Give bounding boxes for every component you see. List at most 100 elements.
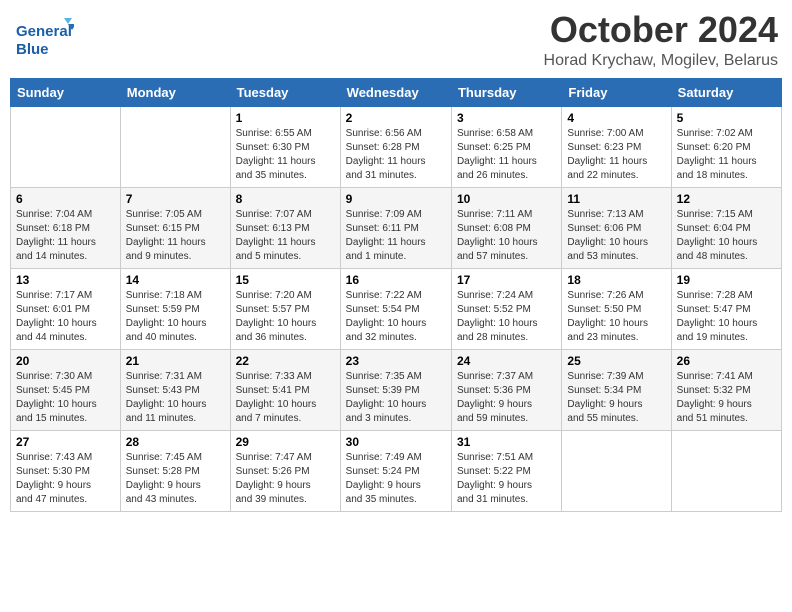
day-info: Sunrise: 6:55 AM Sunset: 6:30 PM Dayligh… (236, 127, 335, 183)
title-block: October 2024 Horad Krychaw, Mogilev, Bel… (544, 10, 778, 70)
day-info: Sunrise: 7:11 AM Sunset: 6:08 PM Dayligh… (457, 208, 556, 264)
day-cell: 25 Sunrise: 7:39 AM Sunset: 5:34 PM Dayli… (562, 349, 671, 430)
day-cell: 1 Sunrise: 6:55 AM Sunset: 6:30 PM Daylig… (230, 106, 340, 187)
col-header-saturday: Saturday (671, 78, 781, 106)
day-info: Sunrise: 7:04 AM Sunset: 6:18 PM Dayligh… (16, 208, 115, 264)
col-header-friday: Friday (562, 78, 671, 106)
day-number: 20 (16, 354, 115, 368)
day-info: Sunrise: 7:35 AM Sunset: 5:39 PM Dayligh… (346, 370, 446, 426)
day-number: 22 (236, 354, 335, 368)
day-number: 17 (457, 273, 556, 287)
day-number: 12 (677, 192, 776, 206)
day-info: Sunrise: 7:18 AM Sunset: 5:59 PM Dayligh… (126, 289, 225, 345)
day-cell: 27Sunrise: 7:43 AM Sunset: 5:30 PM Dayli… (11, 430, 121, 511)
day-info: Sunrise: 7:33 AM Sunset: 5:41 PM Dayligh… (236, 370, 335, 426)
day-info: Sunrise: 6:56 AM Sunset: 6:28 PM Dayligh… (346, 127, 446, 183)
day-info: Sunrise: 7:37 AM Sunset: 5:36 PM Dayligh… (457, 370, 556, 426)
day-info: Sunrise: 7:24 AM Sunset: 5:52 PM Dayligh… (457, 289, 556, 345)
day-cell: 31Sunrise: 7:51 AM Sunset: 5:22 PM Dayli… (451, 430, 561, 511)
day-number: 25 (567, 354, 665, 368)
day-cell: 13Sunrise: 7:17 AM Sunset: 6:01 PM Dayli… (11, 268, 121, 349)
day-info: Sunrise: 7:26 AM Sunset: 5:50 PM Dayligh… (567, 289, 665, 345)
day-cell: 16Sunrise: 7:22 AM Sunset: 5:54 PM Dayli… (340, 268, 451, 349)
day-number: 14 (126, 273, 225, 287)
day-cell: 2Sunrise: 6:56 AM Sunset: 6:28 PM Daylig… (340, 106, 451, 187)
day-cell: 29 Sunrise: 7:47 AM Sunset: 5:26 PM Dayli… (230, 430, 340, 511)
day-cell: 4Sunrise: 7:00 AM Sunset: 6:23 PM Daylig… (562, 106, 671, 187)
day-cell: 20 Sunrise: 7:30 AM Sunset: 5:45 PM Dayli… (11, 349, 121, 430)
day-cell: 6 Sunrise: 7:04 AM Sunset: 6:18 PM Daylig… (11, 187, 121, 268)
day-number: 16 (346, 273, 446, 287)
day-cell: 5 Sunrise: 7:02 AM Sunset: 6:20 PM Daylig… (671, 106, 781, 187)
day-cell (671, 430, 781, 511)
day-number: 8 (236, 192, 335, 206)
day-cell: 19 Sunrise: 7:28 AM Sunset: 5:47 PM Dayli… (671, 268, 781, 349)
day-info: Sunrise: 7:49 AM Sunset: 5:24 PM Dayligh… (346, 451, 446, 507)
day-info: Sunrise: 7:15 AM Sunset: 6:04 PM Dayligh… (677, 208, 776, 264)
day-number: 9 (346, 192, 446, 206)
day-number: 15 (236, 273, 335, 287)
day-number: 11 (567, 192, 665, 206)
day-cell: 18 Sunrise: 7:26 AM Sunset: 5:50 PM Dayli… (562, 268, 671, 349)
svg-text:Blue: Blue (16, 41, 49, 58)
logo: General Blue (14, 14, 74, 62)
month-title: October 2024 (544, 10, 778, 50)
day-info: Sunrise: 7:09 AM Sunset: 6:11 PM Dayligh… (346, 208, 446, 264)
day-info: Sunrise: 7:02 AM Sunset: 6:20 PM Dayligh… (677, 127, 776, 183)
day-cell (562, 430, 671, 511)
col-header-sunday: Sunday (11, 78, 121, 106)
location-subtitle: Horad Krychaw, Mogilev, Belarus (544, 52, 778, 70)
day-cell: 11Sunrise: 7:13 AM Sunset: 6:06 PM Dayli… (562, 187, 671, 268)
day-number: 28 (126, 435, 225, 449)
day-cell: 9 Sunrise: 7:09 AM Sunset: 6:11 PM Daylig… (340, 187, 451, 268)
week-row-4: 20 Sunrise: 7:30 AM Sunset: 5:45 PM Dayli… (11, 349, 782, 430)
day-number: 18 (567, 273, 665, 287)
header-row: SundayMondayTuesdayWednesdayThursdayFrid… (11, 78, 782, 106)
day-info: Sunrise: 7:39 AM Sunset: 5:34 PM Dayligh… (567, 370, 665, 426)
day-number: 21 (126, 354, 225, 368)
day-number: 29 (236, 435, 335, 449)
week-row-1: 1 Sunrise: 6:55 AM Sunset: 6:30 PM Daylig… (11, 106, 782, 187)
day-info: Sunrise: 7:17 AM Sunset: 6:01 PM Dayligh… (16, 289, 115, 345)
day-number: 4 (567, 111, 665, 125)
day-cell (120, 106, 230, 187)
week-row-3: 13Sunrise: 7:17 AM Sunset: 6:01 PM Dayli… (11, 268, 782, 349)
day-cell: 12 Sunrise: 7:15 AM Sunset: 6:04 PM Dayli… (671, 187, 781, 268)
day-cell: 15 Sunrise: 7:20 AM Sunset: 5:57 PM Dayli… (230, 268, 340, 349)
day-info: Sunrise: 7:30 AM Sunset: 5:45 PM Dayligh… (16, 370, 115, 426)
logo-svg: General Blue (14, 14, 74, 62)
week-row-5: 27Sunrise: 7:43 AM Sunset: 5:30 PM Dayli… (11, 430, 782, 511)
col-header-monday: Monday (120, 78, 230, 106)
day-number: 5 (677, 111, 776, 125)
day-number: 27 (16, 435, 115, 449)
day-info: Sunrise: 7:31 AM Sunset: 5:43 PM Dayligh… (126, 370, 225, 426)
svg-text:General: General (16, 23, 72, 40)
day-number: 30 (346, 435, 446, 449)
day-cell: 24Sunrise: 7:37 AM Sunset: 5:36 PM Dayli… (451, 349, 561, 430)
day-number: 6 (16, 192, 115, 206)
day-info: Sunrise: 7:45 AM Sunset: 5:28 PM Dayligh… (126, 451, 225, 507)
day-info: Sunrise: 7:47 AM Sunset: 5:26 PM Dayligh… (236, 451, 335, 507)
day-info: Sunrise: 7:20 AM Sunset: 5:57 PM Dayligh… (236, 289, 335, 345)
day-cell: 23Sunrise: 7:35 AM Sunset: 5:39 PM Dayli… (340, 349, 451, 430)
week-row-2: 6 Sunrise: 7:04 AM Sunset: 6:18 PM Daylig… (11, 187, 782, 268)
day-cell: 26Sunrise: 7:41 AM Sunset: 5:32 PM Dayli… (671, 349, 781, 430)
day-cell: 10Sunrise: 7:11 AM Sunset: 6:08 PM Dayli… (451, 187, 561, 268)
day-info: Sunrise: 7:07 AM Sunset: 6:13 PM Dayligh… (236, 208, 335, 264)
day-cell: 21 Sunrise: 7:31 AM Sunset: 5:43 PM Dayli… (120, 349, 230, 430)
day-number: 1 (236, 111, 335, 125)
day-info: Sunrise: 7:28 AM Sunset: 5:47 PM Dayligh… (677, 289, 776, 345)
day-number: 19 (677, 273, 776, 287)
col-header-wednesday: Wednesday (340, 78, 451, 106)
calendar-table: SundayMondayTuesdayWednesdayThursdayFrid… (10, 78, 782, 512)
day-info: Sunrise: 7:05 AM Sunset: 6:15 PM Dayligh… (126, 208, 225, 264)
day-cell: 8 Sunrise: 7:07 AM Sunset: 6:13 PM Daylig… (230, 187, 340, 268)
day-info: Sunrise: 6:58 AM Sunset: 6:25 PM Dayligh… (457, 127, 556, 183)
day-number: 31 (457, 435, 556, 449)
day-number: 3 (457, 111, 556, 125)
day-cell: 7Sunrise: 7:05 AM Sunset: 6:15 PM Daylig… (120, 187, 230, 268)
day-cell: 28 Sunrise: 7:45 AM Sunset: 5:28 PM Dayli… (120, 430, 230, 511)
day-cell: 14 Sunrise: 7:18 AM Sunset: 5:59 PM Dayli… (120, 268, 230, 349)
day-cell: 3 Sunrise: 6:58 AM Sunset: 6:25 PM Daylig… (451, 106, 561, 187)
col-header-tuesday: Tuesday (230, 78, 340, 106)
